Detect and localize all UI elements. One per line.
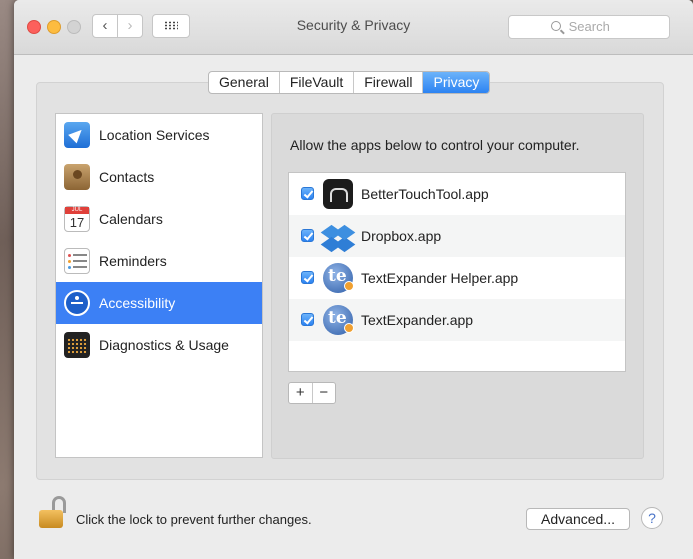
app-row-dropbox[interactable]: Dropbox.app bbox=[289, 215, 625, 257]
sidebar-item-label: Accessibility bbox=[99, 295, 176, 311]
help-button[interactable]: ? bbox=[641, 507, 663, 529]
tab-filevault[interactable]: FileVault bbox=[280, 72, 355, 93]
app-checkbox[interactable] bbox=[301, 271, 314, 284]
search-field[interactable]: Search bbox=[508, 15, 670, 39]
location-arrow-icon bbox=[64, 122, 90, 148]
reminders-list-icon bbox=[64, 248, 90, 274]
privacy-category-list: Location Services Contacts JUL 17 Calend… bbox=[55, 113, 263, 458]
tab-bar: General FileVault Firewall Privacy bbox=[208, 71, 491, 94]
sidebar-item-diagnostics-usage[interactable]: Diagnostics & Usage bbox=[56, 324, 262, 366]
app-name: Dropbox.app bbox=[361, 228, 442, 244]
security-privacy-window: ‹ › Security & Privacy Search General Fi… bbox=[14, 0, 693, 559]
add-remove-buttons: + − bbox=[288, 382, 336, 404]
sidebar-item-location-services[interactable]: Location Services bbox=[56, 114, 262, 156]
tab-general[interactable]: General bbox=[209, 72, 280, 93]
search-placeholder: Search bbox=[568, 19, 610, 34]
dropbox-icon bbox=[320, 221, 356, 253]
sidebar-item-reminders[interactable]: Reminders bbox=[56, 240, 262, 282]
add-app-button[interactable]: + bbox=[289, 383, 313, 403]
app-row-textexpander[interactable]: te TextExpander.app bbox=[289, 299, 625, 341]
title-bar: ‹ › Security & Privacy Search bbox=[14, 0, 693, 55]
calendar-day: 17 bbox=[69, 215, 85, 230]
sidebar-item-label: Calendars bbox=[99, 211, 163, 227]
lock-icon[interactable] bbox=[36, 496, 66, 530]
calendar-icon: JUL 17 bbox=[64, 206, 90, 232]
textexpander-icon: te bbox=[323, 263, 354, 293]
app-row-bettertouchtool[interactable]: BetterTouchTool.app bbox=[289, 173, 625, 215]
tab-firewall[interactable]: Firewall bbox=[354, 72, 424, 93]
sidebar-item-label: Location Services bbox=[99, 127, 210, 143]
textexpander-icon: te bbox=[323, 305, 354, 335]
lock-status-text: Click the lock to prevent further change… bbox=[76, 512, 312, 527]
content-heading: Allow the apps below to control your com… bbox=[290, 137, 580, 153]
app-name: BetterTouchTool.app bbox=[361, 186, 489, 202]
app-checkbox[interactable] bbox=[301, 187, 314, 200]
contacts-book-icon bbox=[64, 164, 90, 190]
accessibility-icon bbox=[64, 290, 90, 316]
app-checkbox[interactable] bbox=[301, 229, 314, 242]
search-icon bbox=[551, 21, 561, 31]
advanced-button[interactable]: Advanced... bbox=[526, 508, 630, 530]
bettertouchtool-icon bbox=[323, 179, 353, 209]
sidebar-item-contacts[interactable]: Contacts bbox=[56, 156, 262, 198]
tab-privacy[interactable]: Privacy bbox=[423, 72, 490, 93]
sidebar-item-label: Contacts bbox=[99, 169, 155, 185]
remove-app-button[interactable]: − bbox=[313, 383, 336, 403]
app-checkbox[interactable] bbox=[301, 313, 314, 326]
app-list: BetterTouchTool.app Dropbox.app te TextE… bbox=[288, 172, 626, 372]
sidebar-item-label: Reminders bbox=[99, 253, 167, 269]
app-row-textexpander-helper[interactable]: te TextExpander Helper.app bbox=[289, 257, 625, 299]
sidebar-item-label: Diagnostics & Usage bbox=[99, 337, 229, 353]
diagnostics-icon bbox=[64, 332, 90, 358]
sidebar-item-accessibility[interactable]: Accessibility bbox=[56, 282, 262, 324]
sidebar-item-calendars[interactable]: JUL 17 Calendars bbox=[56, 198, 262, 240]
calendar-month: JUL bbox=[65, 207, 89, 214]
app-name: TextExpander.app bbox=[361, 312, 474, 328]
app-name: TextExpander Helper.app bbox=[361, 270, 519, 286]
accessibility-content: Allow the apps below to control your com… bbox=[271, 113, 644, 459]
